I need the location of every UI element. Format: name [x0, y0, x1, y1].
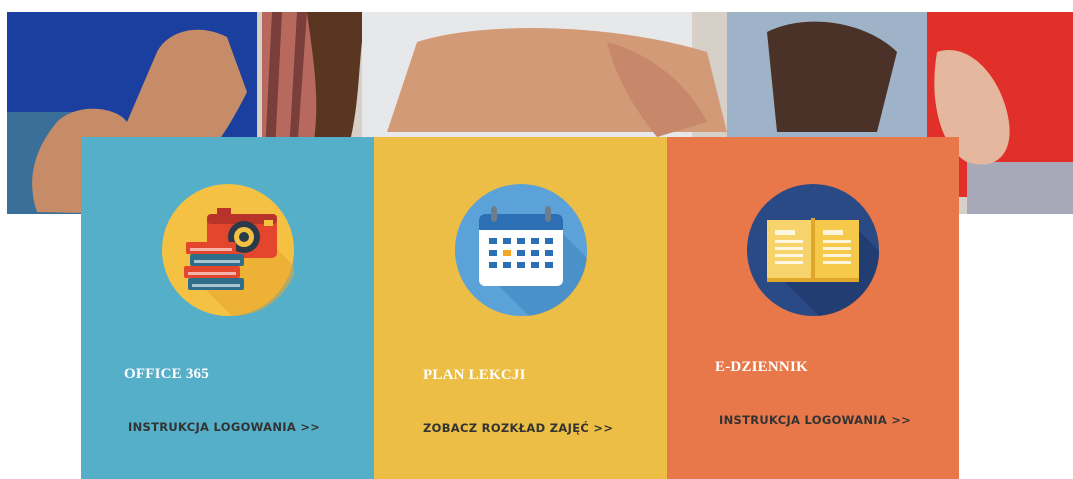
- card-plan-lekcji: PLAN LEKCJI ZOBACZ ROZKŁAD ZAJĘĆ >>: [374, 137, 667, 479]
- card-title-plan-lekcji: PLAN LEKCJI: [423, 367, 526, 383]
- card-office365: OFFICE 365 INSTRUKCJA LOGOWANIA >>: [81, 137, 374, 479]
- instrukcja-logowania-link[interactable]: INSTRUKCJA LOGOWANIA >>: [719, 413, 911, 427]
- instrukcja-logowania-link[interactable]: INSTRUKCJA LOGOWANIA >>: [128, 420, 320, 434]
- card-title-e-dziennik: E-DZIENNIK: [715, 359, 808, 375]
- calendar-icon: [454, 184, 587, 316]
- camera-books-icon: [161, 184, 294, 317]
- open-book-icon: [747, 184, 879, 316]
- card-title-office365: OFFICE 365: [124, 366, 209, 382]
- zobacz-rozklad-zajec-link[interactable]: ZOBACZ ROZKŁAD ZAJĘĆ >>: [423, 421, 613, 435]
- card-e-dziennik: E-DZIENNIK INSTRUKCJA LOGOWANIA >>: [667, 137, 959, 479]
